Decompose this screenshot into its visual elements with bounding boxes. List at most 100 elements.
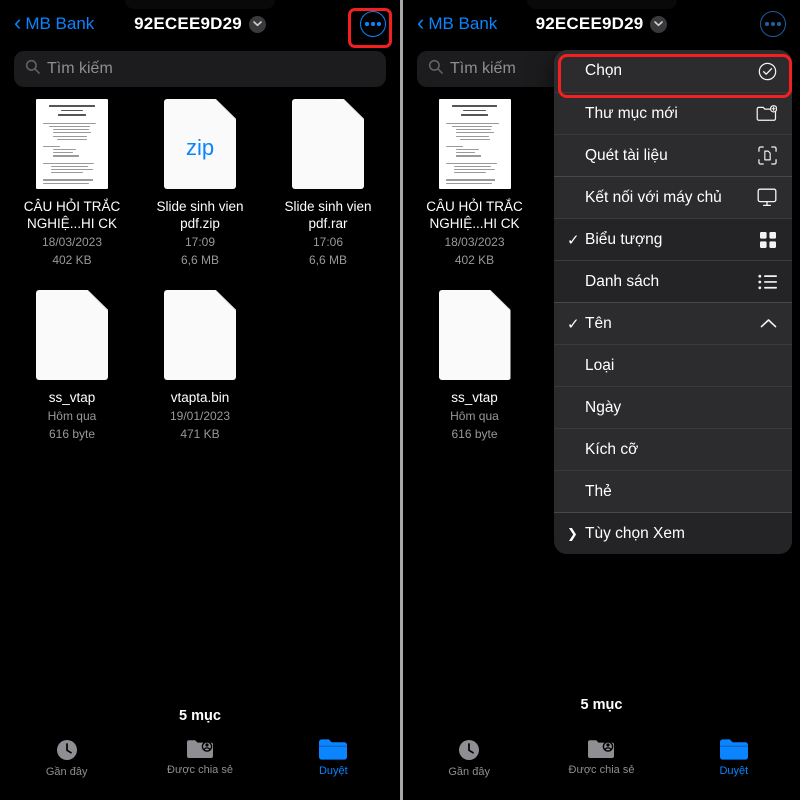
display-icon (757, 188, 777, 207)
tab-recents[interactable]: Gần đây (403, 738, 535, 778)
ellipsis-dot (765, 22, 769, 26)
menu-item-kich-co[interactable]: Kích cỡ (554, 428, 792, 470)
file-thumbnail-document (36, 99, 108, 189)
page-shape (438, 290, 511, 380)
ellipsis-dot (365, 22, 369, 26)
menu-item-chon[interactable]: Chọn (554, 50, 792, 92)
file-item[interactable]: CÂU HỎI TRẮC NGHIỆ...HI CK 18/03/2023 40… (411, 99, 538, 268)
file-name: CÂU HỎI TRẮC NGHIỆ...HI CK (426, 199, 523, 231)
checkmark-circle-icon (758, 62, 777, 81)
file-grid-left: CÂU HỎI TRẮC NGHIỆ...HI CK 18/03/2023 40… (0, 87, 400, 442)
menu-item-quet-tai-lieu[interactable]: Quét tài liệu (554, 134, 792, 176)
file-size: 616 byte (451, 427, 498, 441)
navigation-bar: ‹ MB Bank 92ECEE9D29 (0, 0, 400, 48)
search-input[interactable]: Tìm kiếm (14, 51, 386, 87)
item-count-label: 5 mục (179, 708, 221, 724)
tab-browse[interactable]: Duyệt (267, 738, 400, 777)
tab-label: Được chia sẻ (167, 764, 233, 776)
menu-item-label: Kết nối với máy chủ (585, 188, 722, 206)
page-shape (36, 290, 108, 380)
ellipsis-dot (777, 22, 781, 26)
file-size: 616 byte (48, 427, 96, 441)
file-thumbnail-blank (164, 290, 236, 380)
folder-icon (318, 738, 348, 761)
file-date: Hôm qua (47, 409, 97, 423)
menu-item-label: Ngày (585, 398, 622, 416)
back-chevron-icon: ‹ (14, 10, 22, 35)
tab-label: Gần đây (45, 766, 88, 778)
file-date: 19/01/2023 (169, 409, 231, 423)
menu-item-ten[interactable]: ✓ Tên (554, 302, 792, 344)
search-icon (25, 59, 40, 79)
file-item[interactable]: Slide sinh vien pdf.rar 17:06 6,6 MB (264, 99, 392, 268)
file-date: 18/03/2023 (444, 235, 505, 249)
menu-item-label: Biểu tượng (585, 230, 663, 248)
tab-shared[interactable]: Được chia sẻ (133, 738, 266, 776)
file-name: Slide sinh vien pdf.zip (156, 199, 244, 231)
file-item[interactable]: ss_vtap Hôm qua 616 byte (411, 290, 538, 442)
file-name: vtapta.bin (170, 390, 230, 405)
tab-bar: Gần đây Được chia sẻ Duyệt (0, 728, 400, 800)
back-chevron-icon: ‹ (417, 10, 425, 35)
file-item[interactable]: CÂU HỎI TRẮC NGHIỆ...HI CK 18/03/2023 40… (8, 99, 136, 268)
more-options-button[interactable] (760, 11, 786, 37)
context-menu: Chọn Thư mục mới Quét tài liệu Kết nối v… (554, 50, 792, 554)
file-item[interactable]: ss_vtap Hôm qua 616 byte (8, 290, 136, 442)
document-preview (36, 99, 108, 189)
file-size: 471 KB (180, 427, 220, 441)
file-size: 402 KB (454, 253, 495, 267)
left-phone-panel: ‹ MB Bank 92ECEE9D29 Tìm kiếm CÂU HỎI TR… (0, 0, 400, 800)
clock-icon (457, 738, 481, 762)
menu-item-ket-noi-may-chu[interactable]: Kết nối với máy chủ (554, 176, 792, 218)
shared-folder-person-icon (186, 738, 214, 760)
menu-item-thu-muc-moi[interactable]: Thư mục mới (554, 92, 792, 134)
grid-icon (759, 231, 777, 249)
chevron-down-icon[interactable] (248, 15, 266, 33)
navigation-bar: ‹ MB Bank 92ECEE9D29 (403, 0, 800, 48)
file-thumbnail-document (438, 99, 511, 189)
menu-item-tuy-chon-xem[interactable]: ❯ Tùy chọn Xem (554, 512, 792, 554)
tab-label: Duyệt (318, 765, 348, 777)
back-button[interactable]: ‹ MB Bank (417, 10, 498, 35)
menu-checkmark-icon: ✓ (567, 315, 580, 333)
file-item[interactable]: vtapta.bin 19/01/2023 471 KB (136, 290, 264, 442)
tab-label: Gần đây (448, 766, 490, 778)
menu-item-ngay[interactable]: Ngày (554, 386, 792, 428)
back-label: MB Bank (25, 14, 95, 33)
file-size: 6,6 MB (308, 253, 347, 267)
file-date: 18/03/2023 (41, 235, 103, 249)
chevron-up-icon (760, 318, 777, 329)
tab-shared[interactable]: Được chia sẻ (535, 738, 667, 776)
file-thumbnail-zip: zip (164, 99, 236, 189)
search-icon (428, 59, 443, 79)
tab-recents[interactable]: Gần đây (0, 738, 133, 778)
shared-folder-person-icon (587, 738, 615, 760)
search-placeholder: Tìm kiếm (450, 60, 516, 77)
right-phone-panel: ‹ MB Bank 92ECEE9D29 Tìm kiếm CÂU HỎI TR… (400, 0, 800, 800)
page-title: 92ECEE9D29 (134, 14, 242, 33)
file-date: 17:06 (312, 235, 344, 249)
file-date: 17:09 (184, 235, 216, 249)
back-label: MB Bank (428, 14, 498, 33)
file-item[interactable]: zip Slide sinh vien pdf.zip 17:09 6,6 MB (136, 99, 264, 268)
tab-browse[interactable]: Duyệt (668, 738, 800, 777)
folder-badge-plus-icon (756, 104, 777, 123)
file-size: 402 KB (52, 253, 92, 267)
tab-bar: Gần đây Được chia sẻ Duyệt (403, 728, 800, 800)
menu-item-bieu-tuong[interactable]: ✓ Biểu tượng (554, 218, 792, 260)
ellipsis-dot (377, 22, 381, 26)
tab-label: Duyệt (719, 765, 749, 777)
back-button[interactable]: ‹ MB Bank (14, 10, 95, 35)
menu-item-label: Thư mục mới (585, 104, 678, 122)
search-placeholder: Tìm kiếm (47, 60, 113, 77)
file-thumbnail-blank (438, 290, 511, 380)
ellipsis-dot (771, 22, 775, 26)
more-options-button[interactable] (360, 11, 386, 37)
file-name: CÂU HỎI TRẮC NGHIỆ...HI CK (23, 199, 121, 231)
menu-item-the[interactable]: Thẻ (554, 470, 792, 512)
chevron-down-icon[interactable] (650, 15, 668, 33)
dual-screenshot-composite: ‹ MB Bank 92ECEE9D29 Tìm kiếm CÂU HỎI TR… (0, 0, 800, 800)
menu-item-loai[interactable]: Loại (554, 344, 792, 386)
menu-item-danh-sach[interactable]: Danh sách (554, 260, 792, 302)
page-shape (164, 290, 236, 380)
